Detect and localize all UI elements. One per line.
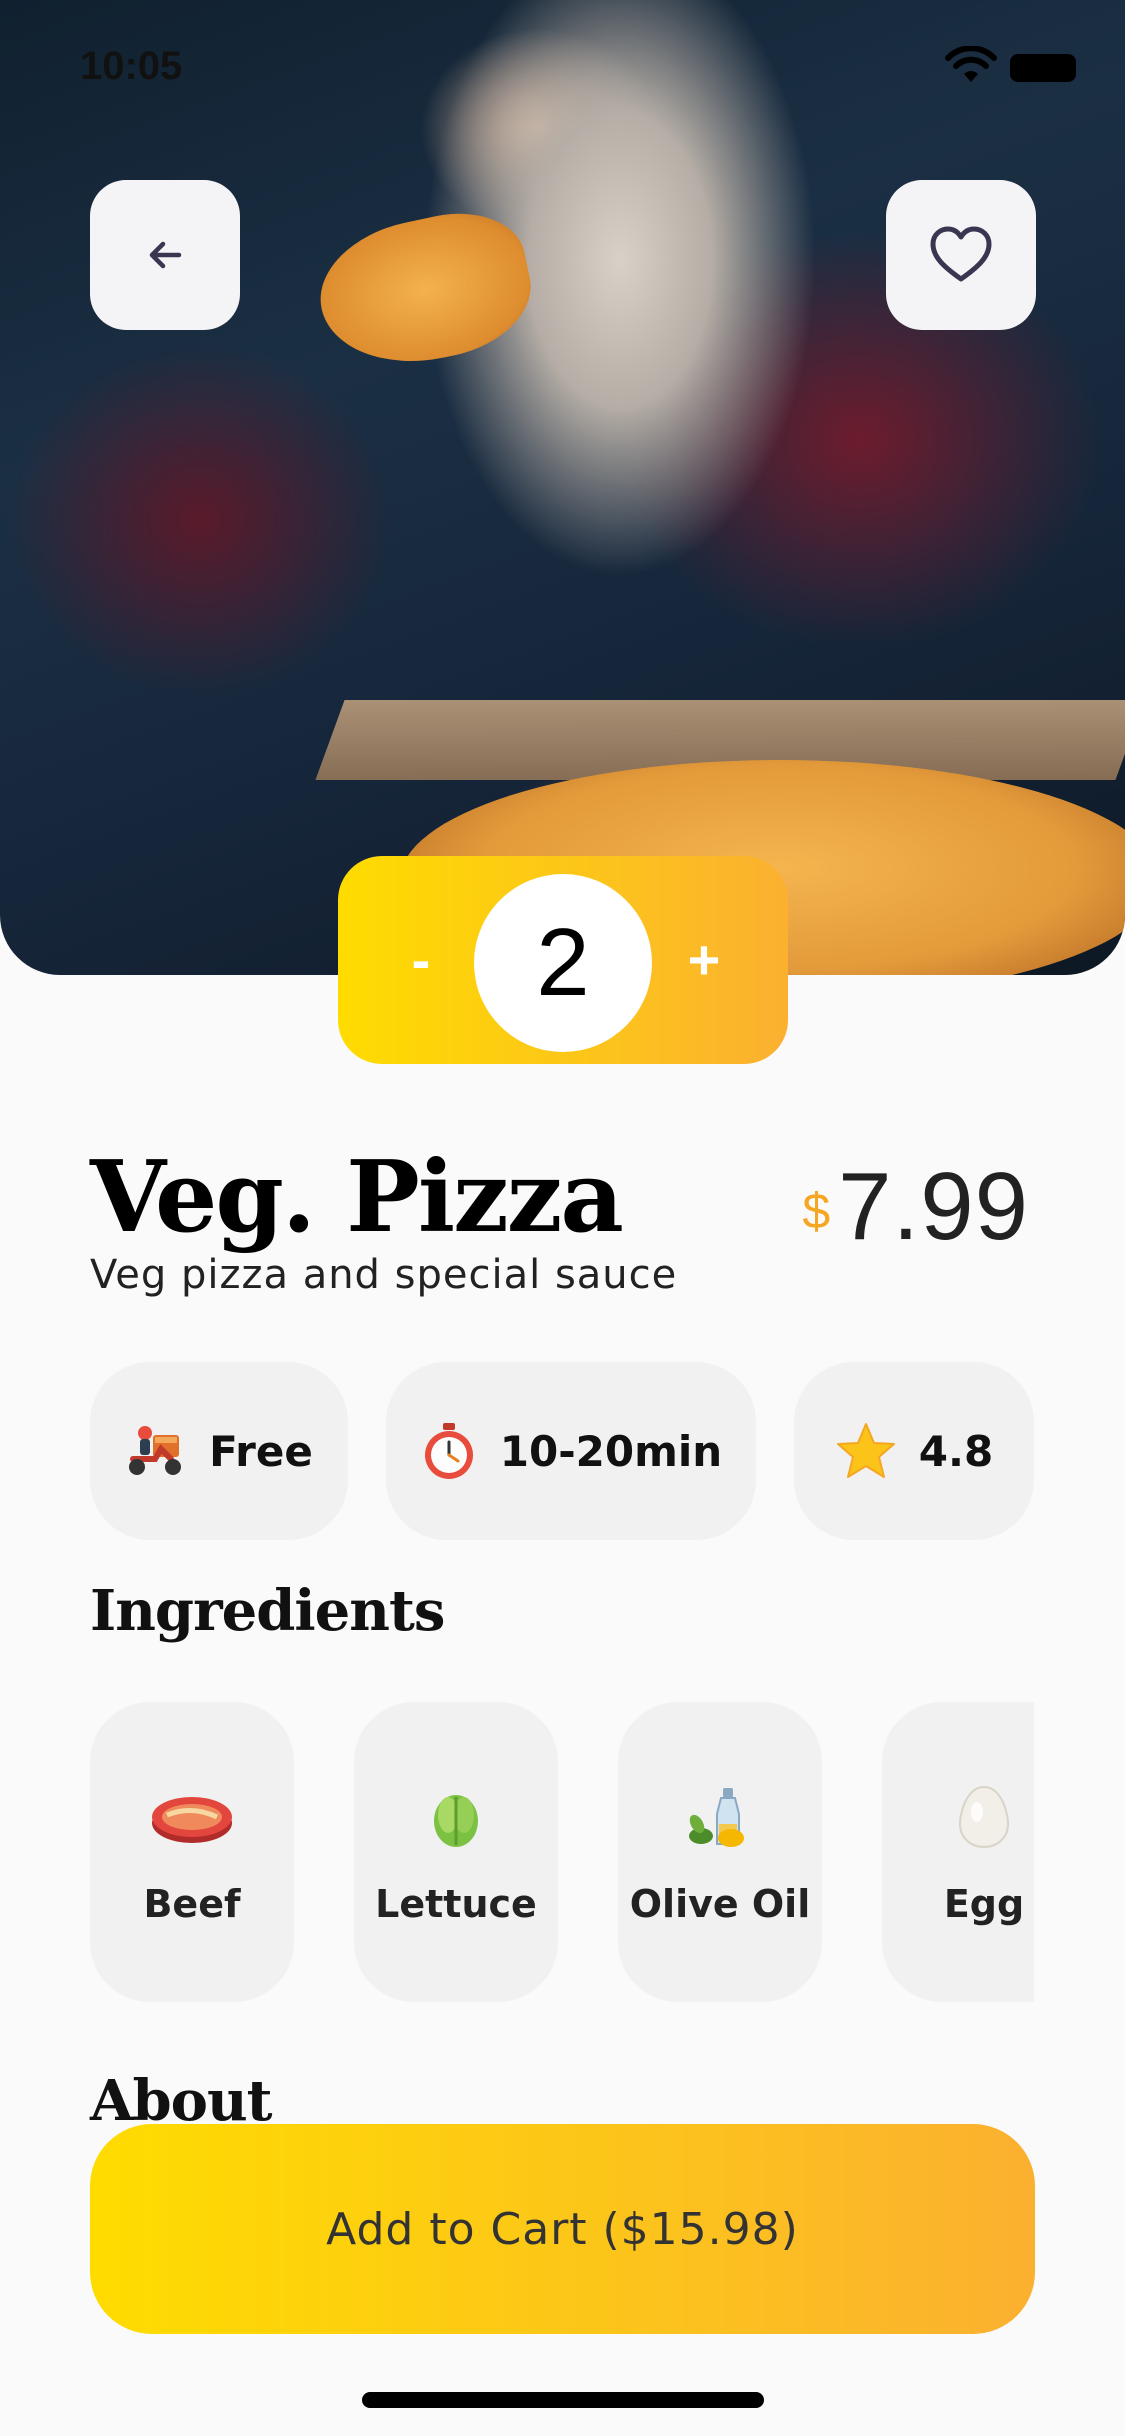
egg-icon (958, 1785, 1010, 1849)
ingredient-card-olive-oil[interactable]: Olive Oil (618, 1702, 822, 2002)
star-icon (836, 1423, 895, 1478)
battery-icon (1010, 54, 1076, 82)
lettuce-icon (434, 1795, 478, 1847)
ingredient-label: Olive Oil (629, 1882, 811, 1926)
ingredient-label: Lettuce (375, 1882, 537, 1926)
time-chip: 10-20min (386, 1362, 756, 1540)
ingredients-list: Beef Lettuce Olive Oil Egg (90, 1702, 1034, 2002)
decrease-quantity-button[interactable]: - (366, 894, 476, 1024)
product-title: Veg. Pizza (90, 1140, 624, 1255)
rating-chip: 4.8 (794, 1362, 1034, 1540)
ingredient-label: Egg (943, 1882, 1025, 1926)
delivery-chip: Free (90, 1362, 348, 1540)
favorite-button[interactable] (886, 180, 1036, 330)
product-price: $ 7.99 (802, 1152, 1029, 1262)
hero-image (0, 0, 1125, 975)
home-indicator (362, 2392, 764, 2408)
heart-outline-icon (930, 226, 992, 282)
pizza-slice-shape (307, 199, 543, 381)
back-button[interactable] (90, 180, 240, 330)
status-time: 10:05 (80, 44, 183, 88)
quantity-stepper: - 2 + (338, 856, 788, 1064)
rating-label: 4.8 (918, 1426, 994, 1476)
stopwatch-icon (424, 1423, 473, 1479)
add-to-cart-button[interactable]: Add to Cart ($15.98) (90, 2124, 1035, 2334)
delivery-label: Free (209, 1426, 313, 1476)
quantity-value: 2 (474, 874, 652, 1052)
add-to-cart-label: Add to Cart ($15.98) (326, 2203, 799, 2255)
ingredient-label: Beef (143, 1882, 241, 1926)
increase-quantity-button[interactable]: + (649, 894, 759, 1024)
arrow-left-icon (149, 241, 182, 269)
price-currency: $ (802, 1183, 831, 1239)
ingredients-heading: Ingredients (90, 1578, 445, 1644)
ingredient-card-beef[interactable]: Beef (90, 1702, 294, 2002)
price-value: 7.99 (838, 1153, 1029, 1260)
product-description: Veg pizza and special sauce (90, 1252, 678, 1298)
wifi-icon (945, 46, 997, 82)
olive-oil-icon (689, 1788, 744, 1847)
ingredient-card-egg[interactable]: Egg (882, 1702, 1034, 2002)
beef-steak-icon (152, 1797, 232, 1843)
delivery-scooter-icon (129, 1426, 182, 1475)
ingredient-card-lettuce[interactable]: Lettuce (354, 1702, 558, 2002)
time-label: 10-20min (499, 1426, 723, 1476)
